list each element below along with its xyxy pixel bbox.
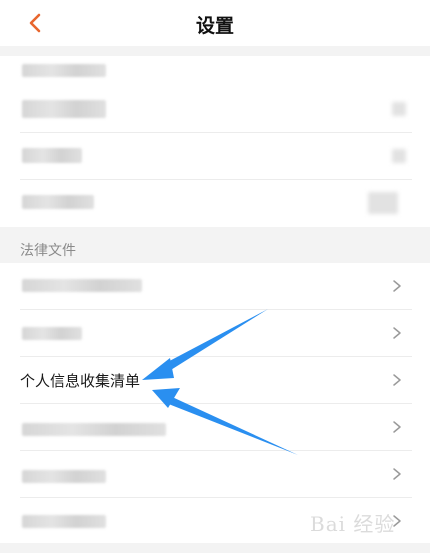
- arrow-lower: [166, 396, 298, 455]
- annotation-arrows: [142, 309, 298, 455]
- arrowhead-upper: [142, 358, 174, 380]
- arrow-upper: [160, 309, 268, 373]
